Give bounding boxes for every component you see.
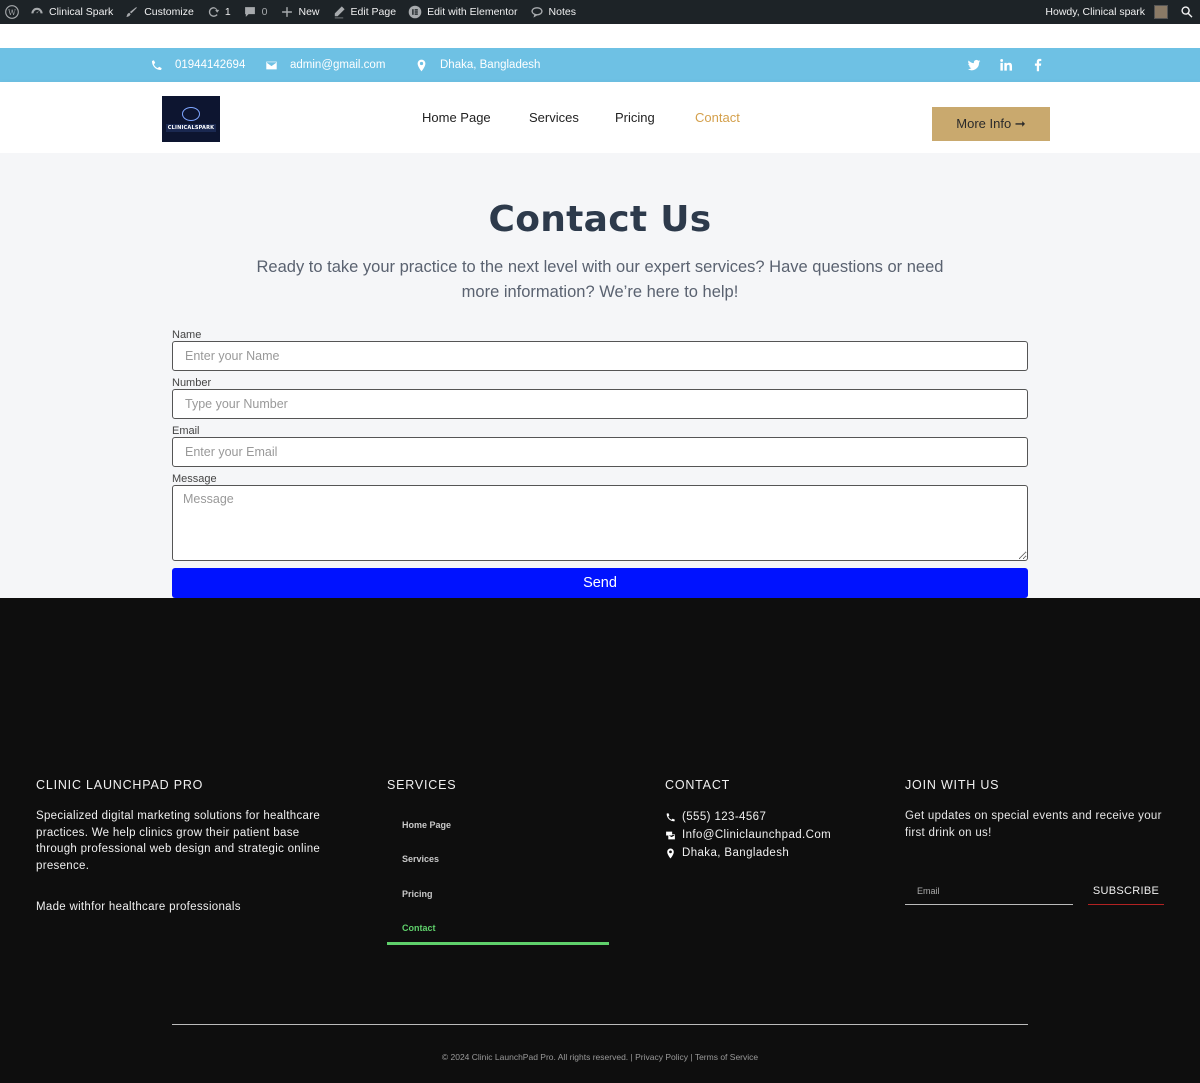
envelope-icon xyxy=(266,61,277,69)
brush-icon xyxy=(126,7,138,17)
admin-customize-label: Customize xyxy=(144,6,194,18)
footer-contact-location: Dhaka, Bangladesh xyxy=(665,844,831,862)
phone-icon xyxy=(666,812,675,821)
newsletter-email-input[interactable] xyxy=(905,878,1073,905)
topbar-email[interactable]: admin@gmail.com xyxy=(265,48,385,82)
name-field[interactable] xyxy=(172,341,1028,371)
admin-edit-elementor-label: Edit with Elementor xyxy=(427,6,518,18)
speech-bubble-icon xyxy=(530,7,543,18)
terms-of-service-link[interactable]: Terms of Service xyxy=(695,1052,758,1062)
pencil-icon xyxy=(334,6,345,19)
top-info-bar: 01944142694 admin@gmail.com Dhaka, Bangl… xyxy=(0,48,1200,82)
admin-new-link[interactable]: New xyxy=(274,0,326,24)
send-button[interactable]: Send xyxy=(172,568,1028,598)
admin-notes-label: Notes xyxy=(548,6,576,18)
nav-contact[interactable]: Contact xyxy=(695,110,740,125)
email-label: Email xyxy=(172,425,200,437)
footer-contact-phone[interactable]: (555) 123-4567 xyxy=(665,808,831,826)
topbar-phone[interactable]: 01944142694 xyxy=(150,48,245,82)
logo-mark xyxy=(182,106,200,121)
dashboard-icon xyxy=(31,7,43,14)
number-field[interactable] xyxy=(172,389,1028,419)
mail-bulk-icon xyxy=(666,831,675,839)
footer-phone-text: (555) 123-4567 xyxy=(682,811,767,823)
page-title: Contact Us xyxy=(488,199,712,240)
footer-services-menu: Home Page Services Pricing Contact xyxy=(387,808,609,946)
admin-edit-elementor-link[interactable]: Edit with Elementor xyxy=(402,0,523,24)
footer-join-title: JOIN WITH US xyxy=(905,778,1000,792)
site-footer: CLINIC LAUNCHPAD PRO Specialized digital… xyxy=(0,598,1200,1083)
admin-comments-count: 0 xyxy=(261,6,268,18)
footer-location-text: Dhaka, Bangladesh xyxy=(682,847,790,859)
footer-link-services[interactable]: Services xyxy=(387,842,609,876)
admin-site-name: Clinical Spark xyxy=(49,6,114,18)
twitter-icon[interactable] xyxy=(958,58,990,72)
map-pin-icon xyxy=(667,848,674,858)
admin-updates-link[interactable]: 1 xyxy=(200,0,237,24)
email-field[interactable] xyxy=(172,437,1028,467)
topbar-location-text: Dhaka, Bangladesh xyxy=(440,59,541,71)
footer-contact-email[interactable]: Info@Cliniclaunchpad.Com xyxy=(665,826,831,844)
footer-link-home-page[interactable]: Home Page xyxy=(387,808,609,842)
message-field[interactable] xyxy=(172,485,1028,561)
topbar-email-text: admin@gmail.com xyxy=(290,59,386,71)
search-icon xyxy=(1181,6,1193,18)
topbar-location: Dhaka, Bangladesh xyxy=(415,48,540,82)
social-links xyxy=(958,48,1054,82)
admin-edit-page-link[interactable]: Edit Page xyxy=(326,0,403,24)
admin-updates-count: 1 xyxy=(224,6,231,18)
facebook-icon[interactable] xyxy=(1022,58,1054,72)
footer-contact-title: CONTACT xyxy=(665,778,731,792)
footer-link-pricing[interactable]: Pricing xyxy=(387,877,609,911)
privacy-policy-link[interactable]: Privacy Policy xyxy=(635,1052,688,1062)
wordpress-logo-icon[interactable]: W xyxy=(0,0,24,24)
contact-lead-text: Ready to take your practice to the next … xyxy=(256,258,944,301)
nav-services[interactable]: Services xyxy=(529,110,579,125)
footer-divider xyxy=(172,1024,1028,1025)
number-label: Number xyxy=(172,377,212,389)
nav-home-page[interactable]: Home Page xyxy=(422,110,491,125)
admin-notes-link[interactable]: Notes xyxy=(524,0,582,24)
footer-email-text: Info@Cliniclaunchpad.Com xyxy=(682,829,832,841)
footer-about-text: Specialized digital marketing solutions … xyxy=(36,810,321,872)
footer-copyright: © 2024 Clinic LaunchPad Pro. All rights … xyxy=(0,1052,1200,1062)
contact-section: Contact Us Ready to take your practice t… xyxy=(0,153,1200,598)
footer-services-title: SERVICES xyxy=(387,778,457,792)
copyright-separator: | xyxy=(690,1052,693,1062)
linkedin-icon[interactable] xyxy=(990,58,1022,72)
logo-text: CLINICALSPARK xyxy=(165,123,217,132)
admin-howdy-text: Howdy, Clinical spark xyxy=(1045,6,1145,18)
footer-contact-list: (555) 123-4567 Info@Cliniclaunchpad.Com … xyxy=(665,808,831,862)
admin-account-link[interactable]: Howdy, Clinical spark xyxy=(1039,0,1174,24)
site-header: CLINICALSPARK Home Page Services Pricing… xyxy=(0,82,1200,153)
more-info-button[interactable]: More Info ➞ xyxy=(932,107,1050,141)
footer-join-text: Get updates on special events and receiv… xyxy=(905,810,1162,839)
site-logo[interactable]: CLINICALSPARK xyxy=(162,96,220,142)
admin-search-button[interactable] xyxy=(1174,0,1200,24)
svg-text:W: W xyxy=(8,8,16,17)
phone-icon xyxy=(151,59,162,70)
admin-comments-link[interactable]: 0 xyxy=(237,0,274,24)
footer-about-title: CLINIC LAUNCHPAD PRO xyxy=(36,778,204,792)
plus-icon xyxy=(281,7,292,17)
message-label: Message xyxy=(172,473,217,485)
refresh-icon xyxy=(208,7,220,17)
spacer-strip xyxy=(0,24,1200,48)
map-pin-icon xyxy=(417,59,426,71)
admin-site-link[interactable]: Clinical Spark xyxy=(24,0,119,24)
admin-edit-page-label: Edit Page xyxy=(350,6,397,18)
copyright-text: © 2024 Clinic LaunchPad Pro. All rights … xyxy=(441,1052,633,1062)
elementor-icon xyxy=(408,5,422,19)
footer-made-with: Made withfor healthcare professionals xyxy=(36,901,241,913)
subscribe-button[interactable]: SUBSCRIBE xyxy=(1088,878,1164,905)
topbar-phone-text: 01944142694 xyxy=(175,59,246,71)
admin-new-label: New xyxy=(298,6,320,18)
footer-link-contact[interactable]: Contact xyxy=(387,911,609,946)
admin-customize-link[interactable]: Customize xyxy=(119,0,200,24)
nav-pricing[interactable]: Pricing xyxy=(615,110,655,125)
comment-icon xyxy=(244,7,255,17)
name-label: Name xyxy=(172,329,202,341)
admin-bar: W Clinical Spark Customize 1 0 New Edit … xyxy=(0,0,1200,24)
avatar xyxy=(1154,5,1168,19)
